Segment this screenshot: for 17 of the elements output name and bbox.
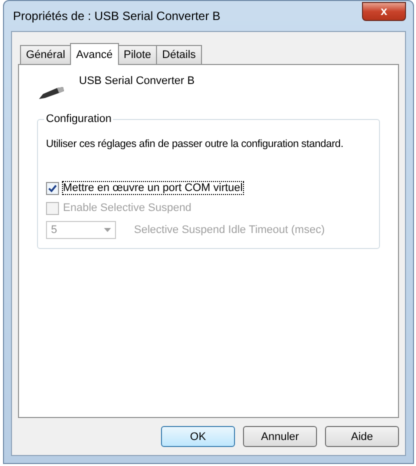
checkbox[interactable]	[46, 182, 59, 194]
caret-icon	[104, 228, 111, 232]
group-title: Configuration	[44, 113, 114, 125]
dialog-button[interactable]: OK	[161, 426, 235, 447]
tab[interactable]: Général	[20, 45, 72, 64]
checkbox-label[interactable]: Mettre en œuvre un port COM virtuel	[63, 182, 243, 194]
window-title: Propriétés de : USB Serial Converter B	[12, 9, 220, 23]
device-name: USB Serial Converter B	[79, 75, 195, 87]
tab[interactable]: Avancé	[70, 43, 119, 65]
tab[interactable]: Pilote	[118, 45, 158, 64]
close-button[interactable]: x	[362, 2, 406, 20]
dialog-button[interactable]: Aide	[325, 426, 399, 447]
dialog-button[interactable]: Annuler	[243, 426, 317, 447]
usb-plug-icon	[37, 85, 65, 101]
tab[interactable]: Détails	[156, 45, 202, 64]
timeout-label: Selective Suspend Idle Timeout (msec)	[134, 224, 325, 236]
description-text: Utiliser ces réglages afin de passer outre la configuration standard.	[46, 138, 344, 150]
